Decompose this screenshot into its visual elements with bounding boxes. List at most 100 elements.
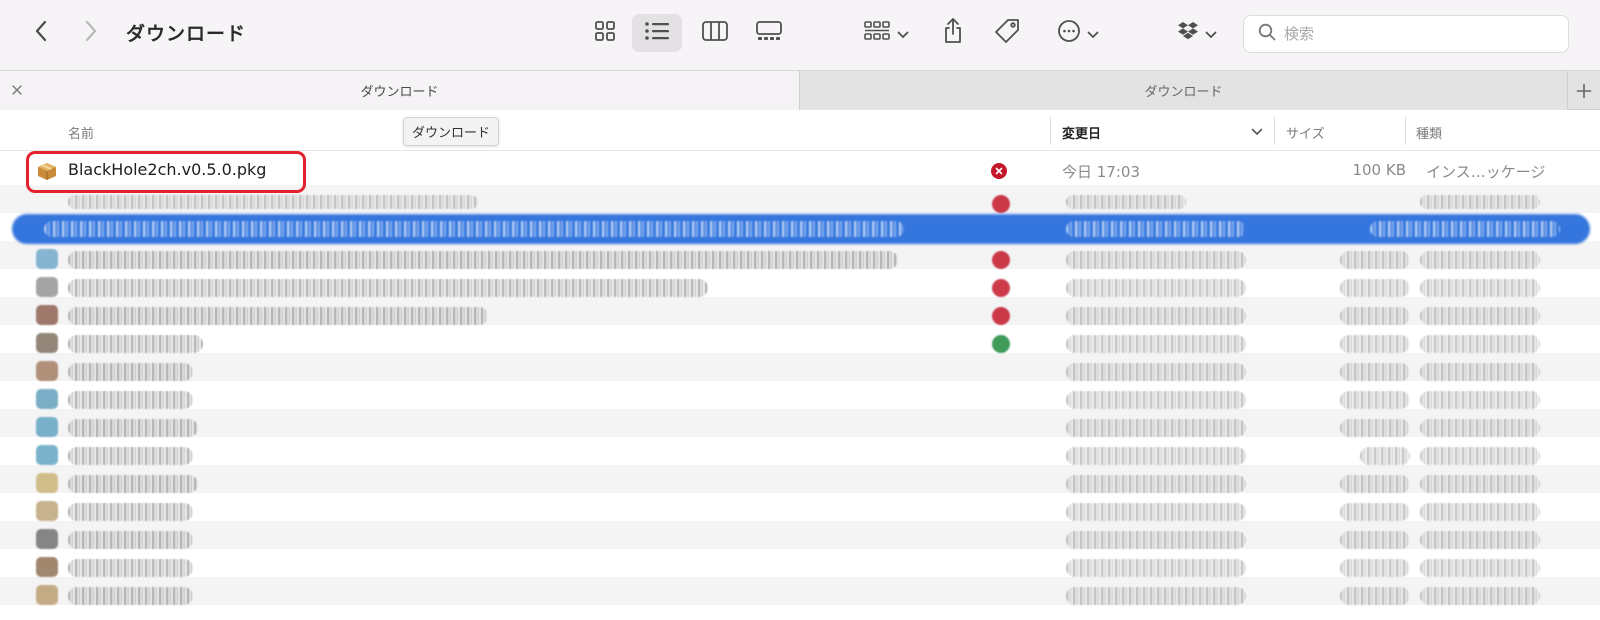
tab-downloads-2[interactable]: ダウンロード xyxy=(800,71,1568,110)
redacted-text xyxy=(1066,221,1246,237)
close-tab-button[interactable] xyxy=(9,82,25,98)
redacted-text xyxy=(68,279,708,297)
redacted-text xyxy=(1340,363,1410,381)
redacted-text xyxy=(68,475,198,493)
redacted-text xyxy=(1420,559,1540,577)
file-size: 100 KB xyxy=(1352,161,1406,179)
file-icon xyxy=(36,277,58,297)
tab-label: ダウンロード xyxy=(360,85,439,100)
redacted-text xyxy=(1340,559,1410,577)
redacted-text xyxy=(1066,559,1246,577)
redacted-text xyxy=(68,195,478,209)
list-icon xyxy=(644,21,670,45)
file-icon xyxy=(36,333,58,353)
redacted-text xyxy=(1066,419,1246,437)
redacted-text xyxy=(1066,531,1246,549)
tab-downloads-1[interactable]: ダウンロード xyxy=(0,71,800,110)
chevron-right-icon xyxy=(84,20,98,46)
file-icon xyxy=(36,473,58,493)
redacted-text xyxy=(1340,335,1410,353)
gallery-view-button[interactable] xyxy=(744,14,794,52)
share-button[interactable] xyxy=(934,14,972,52)
file-icon xyxy=(36,249,58,269)
redacted-text xyxy=(1420,195,1540,209)
redacted-text xyxy=(68,587,193,605)
redacted-text xyxy=(1420,587,1540,605)
redacted-text xyxy=(1340,587,1410,605)
redacted-text xyxy=(1066,307,1246,325)
status-dot-icon xyxy=(992,279,1010,297)
search-field[interactable] xyxy=(1243,15,1569,53)
redacted-text xyxy=(1420,419,1540,437)
columns-icon xyxy=(701,20,729,46)
new-tab-button[interactable] xyxy=(1568,71,1600,110)
redacted-text xyxy=(1340,475,1410,493)
redacted-text xyxy=(1420,251,1540,269)
back-button[interactable] xyxy=(24,16,58,50)
file-date: 今日 17:03 xyxy=(1062,163,1140,181)
redacted-text xyxy=(1420,363,1540,381)
package-icon xyxy=(36,161,58,181)
forward-button[interactable] xyxy=(74,16,108,50)
redacted-text xyxy=(1066,335,1246,353)
sort-descending-icon[interactable] xyxy=(1251,125,1263,140)
redacted-text xyxy=(1370,221,1560,237)
column-kind[interactable]: 種類 xyxy=(1416,123,1442,142)
column-divider[interactable] xyxy=(1405,117,1406,145)
status-dot-icon xyxy=(992,251,1010,269)
column-divider[interactable] xyxy=(1274,117,1275,145)
share-icon xyxy=(942,17,964,49)
column-divider[interactable] xyxy=(1050,117,1051,145)
redacted-text xyxy=(68,251,898,269)
column-header: 名前 変更日 サイズ 種類 xyxy=(0,111,1600,151)
dropbox-button[interactable] xyxy=(1172,14,1222,52)
list-view-button[interactable] xyxy=(632,14,682,52)
redacted-text xyxy=(68,363,193,381)
tab-bar: ダウンロード ダウンロード xyxy=(0,70,1600,110)
redacted-text xyxy=(1420,335,1540,353)
chevron-down-icon xyxy=(897,24,909,43)
redacted-text xyxy=(68,559,193,577)
status-dot-icon xyxy=(992,195,1010,213)
column-size[interactable]: サイズ xyxy=(1286,123,1325,142)
chevron-left-icon xyxy=(34,20,48,46)
ellipsis-circle-icon xyxy=(1057,19,1081,47)
column-view-button[interactable] xyxy=(690,14,740,52)
tag-button[interactable] xyxy=(988,14,1026,52)
redacted-text xyxy=(1066,587,1246,605)
file-icon xyxy=(36,417,58,437)
redacted-text xyxy=(68,503,193,521)
redacted-text xyxy=(44,221,904,237)
redacted-text xyxy=(1066,279,1246,297)
group-grid-icon xyxy=(863,20,891,46)
window-title: ダウンロード xyxy=(126,23,247,45)
icon-view-button[interactable] xyxy=(580,14,630,52)
redacted-text xyxy=(1360,447,1410,465)
column-name[interactable]: 名前 xyxy=(68,123,94,142)
file-icon xyxy=(36,305,58,325)
status-dot-icon xyxy=(992,307,1010,325)
more-actions-button[interactable] xyxy=(1050,14,1106,52)
file-kind: インス…ッケージ xyxy=(1426,163,1546,181)
close-icon xyxy=(12,85,22,95)
redacted-text xyxy=(1420,279,1540,297)
plus-icon xyxy=(1576,83,1592,98)
search-input[interactable] xyxy=(1284,25,1544,43)
redacted-text xyxy=(1340,419,1410,437)
column-date-modified[interactable]: 変更日 xyxy=(1062,123,1101,142)
gallery-icon xyxy=(755,20,783,46)
file-icon xyxy=(36,361,58,381)
redacted-text xyxy=(1066,195,1186,209)
redacted-text xyxy=(1340,503,1410,521)
tag-icon xyxy=(993,17,1021,49)
redacted-text xyxy=(1420,447,1540,465)
chevron-down-icon xyxy=(1205,24,1217,43)
redacted-text xyxy=(1420,307,1540,325)
redacted-text xyxy=(1420,531,1540,549)
chevron-down-icon xyxy=(1087,24,1099,43)
file-icon xyxy=(36,501,58,521)
redacted-text xyxy=(1340,251,1410,269)
dropbox-icon xyxy=(1177,21,1199,45)
group-by-button[interactable] xyxy=(856,14,916,52)
file-row-blackhole[interactable]: BlackHole2ch.v0.5.0.pkg 今日 17:03 100 KB … xyxy=(0,157,1600,185)
